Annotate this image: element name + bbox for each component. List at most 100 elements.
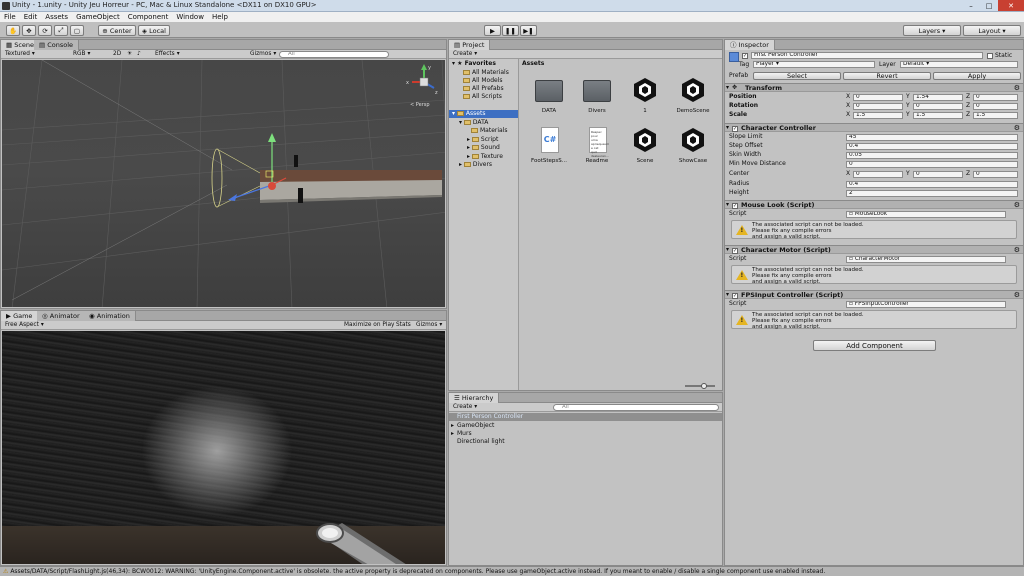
tab-inspector[interactable]: ⓘ Inspector	[725, 40, 775, 50]
hand-tool-button[interactable]: ✋	[6, 25, 20, 36]
add-component-button[interactable]: Add Component	[813, 340, 936, 351]
tree-folder-sound[interactable]: ▸ Sound	[467, 144, 500, 152]
layers-dropdown[interactable]: Layers	[903, 25, 961, 36]
favorite-all-scripts[interactable]: All Scripts	[463, 93, 502, 101]
gizmos-dropdown[interactable]: Gizmos	[248, 51, 278, 58]
favorite-all-models[interactable]: All Models	[463, 77, 503, 85]
script-reference-field[interactable]: ▫ CharacterMotor	[846, 255, 1006, 263]
scene-audio-icon[interactable]: ♪	[135, 51, 143, 58]
effects-dropdown[interactable]: Effects	[153, 51, 182, 58]
step-button[interactable]: ▶❚	[520, 25, 537, 36]
menu-window[interactable]: Window	[172, 12, 208, 22]
pivot-center-toggle[interactable]: ⊕ Center	[98, 25, 136, 36]
perspective-label[interactable]: < Persp	[410, 102, 430, 108]
prefab-revert-button[interactable]: Revert	[843, 72, 931, 80]
scene-orientation-gizmo[interactable]: y x z < Persp	[406, 64, 442, 108]
asset-scene-1[interactable]: 1	[623, 76, 667, 114]
tree-folder-texture[interactable]: ▸ Texture	[467, 153, 503, 161]
favorite-all-prefabs[interactable]: All Prefabs	[463, 85, 504, 93]
asset-footsteps-script[interactable]: C# FootStepsS...	[527, 126, 571, 164]
prefab-select-button[interactable]: Select	[753, 72, 841, 80]
minimize-button[interactable]: –	[962, 0, 980, 11]
height-field[interactable]: 2	[846, 189, 1018, 197]
tab-project[interactable]: ▤ Project	[449, 40, 491, 50]
aspect-dropdown[interactable]: Free Aspect	[3, 322, 89, 329]
game-gizmos-dropdown[interactable]: Gizmos	[414, 322, 444, 329]
character-controller-header[interactable]: ▾ ✓ Character Controller ⚙	[725, 123, 1023, 132]
rect-tool-button[interactable]: ▢	[70, 25, 84, 36]
center-y-field[interactable]: 0	[913, 170, 963, 178]
move-tool-button[interactable]: ✥	[22, 25, 36, 36]
project-create-dropdown[interactable]: Create	[451, 51, 479, 58]
transform-x-field[interactable]: 0	[853, 93, 903, 101]
transform-z-field[interactable]: 0	[973, 102, 1018, 110]
stats-toggle[interactable]: Stats	[394, 322, 413, 329]
close-button[interactable]: ✕	[998, 0, 1024, 11]
pause-button[interactable]: ❚❚	[502, 25, 519, 36]
hierarchy-create-dropdown[interactable]: Create	[451, 404, 479, 411]
scene-viewport[interactable]: y x z < Persp	[2, 60, 445, 307]
menu-file[interactable]: File	[0, 12, 20, 22]
tab-console[interactable]: ▤ Console	[34, 40, 80, 50]
center-z-field[interactable]: 0	[973, 170, 1018, 178]
project-breadcrumb[interactable]: Assets	[522, 60, 544, 67]
static-checkbox[interactable]	[987, 53, 993, 59]
menu-component[interactable]: Component	[124, 12, 173, 22]
transform-component-header[interactable]: ▾ ✥ Transform ⚙	[725, 83, 1023, 92]
script-reference-field[interactable]: ▫ FPSInputController	[846, 300, 1006, 308]
tree-folder-divers[interactable]: ▸ Divers	[459, 161, 492, 169]
menu-gameobject[interactable]: GameObject	[72, 12, 124, 22]
asset-divers[interactable]: Divers	[575, 76, 619, 114]
tree-folder-script[interactable]: ▸ Script	[467, 136, 498, 144]
menu-assets[interactable]: Assets	[41, 12, 72, 22]
hierarchy-item-murs[interactable]: ▸ Murs	[449, 430, 722, 438]
transform-y-field[interactable]: 1.54	[913, 93, 963, 101]
transform-x-field[interactable]: 0	[853, 102, 903, 110]
object-name-field[interactable]: First Person Controller	[751, 52, 983, 59]
radius-field[interactable]: 0.4	[846, 180, 1018, 188]
play-button[interactable]: ▶	[484, 25, 501, 36]
maximize-on-play-toggle[interactable]: Maximize on Play	[342, 322, 396, 329]
assets-root[interactable]: ▾ Assets	[449, 110, 518, 118]
tree-folder-data[interactable]: ▾ DATA	[459, 119, 488, 127]
menu-edit[interactable]: Edit	[20, 12, 42, 22]
asset-data[interactable]: DATA	[527, 76, 571, 114]
transform-y-field[interactable]: 0	[913, 102, 963, 110]
space-local-toggle[interactable]: ◈ Local	[138, 25, 170, 36]
asset-scene[interactable]: Scene	[623, 126, 667, 164]
min-move-distance-field[interactable]: 0	[846, 160, 1018, 168]
asset-demoscene[interactable]: DemoScene	[671, 76, 715, 114]
hierarchy-item-directional-light[interactable]: Directional light	[449, 438, 722, 446]
tab-hierarchy[interactable]: ☰ Hierarchy	[449, 393, 500, 403]
layer-dropdown[interactable]: Default	[900, 61, 1018, 68]
slider-handle[interactable]	[701, 383, 707, 389]
favorites-header[interactable]: ▾ ★ Favorites	[452, 60, 496, 68]
2d-toggle[interactable]: 2D	[111, 51, 123, 58]
render-mode-dropdown[interactable]: RGB	[71, 51, 107, 58]
scene-search-input[interactable]: All	[279, 51, 389, 58]
asset-showcase[interactable]: ShowCase	[671, 126, 715, 164]
transform-z-field[interactable]: 0	[973, 93, 1018, 101]
tab-animation[interactable]: ◉ Animation	[84, 311, 136, 321]
tree-folder-materials[interactable]: Materials	[471, 127, 508, 135]
transform-x-field[interactable]: 1.5	[853, 111, 903, 119]
rotate-tool-button[interactable]: ⟳	[38, 25, 52, 36]
status-bar-warning[interactable]: ⚠ Assets/DATA/Script/FlashLight.js(46,34…	[0, 566, 1024, 576]
hierarchy-item-first-person-controller[interactable]: First Person Controller	[449, 413, 722, 421]
prefab-apply-button[interactable]: Apply	[933, 72, 1021, 80]
script-component-header[interactable]: ▾ ✓ Mouse Look (Script) ⚙	[725, 200, 1023, 209]
script-reference-field[interactable]: ▫ MouseLook	[846, 210, 1006, 218]
transform-z-field[interactable]: 1.5	[973, 111, 1018, 119]
hierarchy-item-gameobject[interactable]: ▸ GameObject	[449, 422, 722, 430]
layout-dropdown[interactable]: Layout	[963, 25, 1021, 36]
script-component-header[interactable]: ▾ ✓ FPSInput Controller (Script) ⚙	[725, 290, 1023, 299]
hierarchy-search-input[interactable]: All	[553, 404, 719, 411]
active-checkbox[interactable]: ✓	[742, 53, 748, 59]
menu-help[interactable]: Help	[208, 12, 232, 22]
maximize-button[interactable]: □	[980, 0, 998, 11]
slope-limit-field[interactable]: 45	[846, 133, 1018, 141]
scale-tool-button[interactable]: ⤢	[54, 25, 68, 36]
skin-width-field[interactable]: 0.05	[846, 151, 1018, 159]
step-offset-field[interactable]: 0.4	[846, 142, 1018, 150]
tag-dropdown[interactable]: Player	[753, 61, 875, 68]
